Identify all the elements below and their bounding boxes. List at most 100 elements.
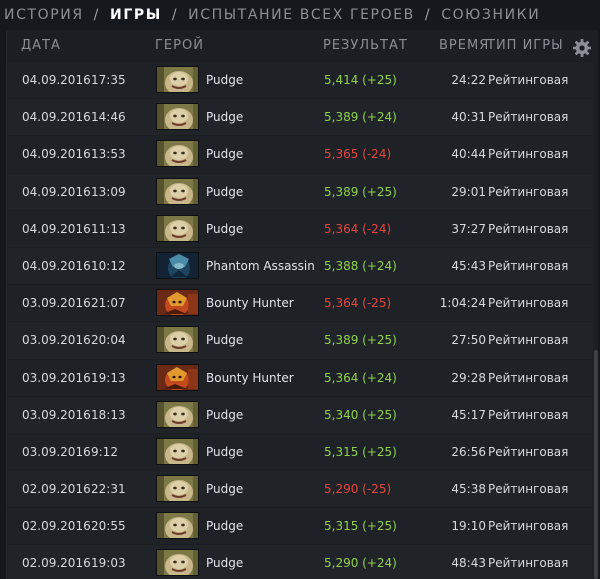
hero-name: Pudge — [206, 444, 244, 459]
match-duration: 37:27 — [451, 221, 486, 236]
table-row[interactable]: 04.09.2016 10:12 Phantom Assassin 5,388 … — [7, 247, 592, 286]
scrollbar-thumb[interactable] — [594, 350, 598, 579]
table-row[interactable]: 03.09.2016 19:13 Bounty Hunter 5,364 (+2… — [7, 359, 592, 397]
match-date: 04.09.2016 — [22, 221, 91, 236]
column-header-hero[interactable]: ГЕРОЙ — [155, 38, 204, 53]
hero-portrait-pudge — [156, 214, 199, 242]
table-row[interactable]: 04.09.2016 11:13 Pudge 5,364 (-24) 37:27… — [7, 210, 592, 248]
match-date: 04.09.2016 — [22, 184, 91, 199]
match-start-time: 14:46 — [91, 110, 126, 125]
game-type: Рейтинговая — [488, 221, 569, 236]
table-row[interactable]: 02.09.2016 22:31 Pudge 5,290 (-25) 45:38… — [7, 471, 592, 509]
match-result: 5,389 (+25) — [324, 333, 397, 348]
game-type: Рейтинговая — [488, 184, 569, 199]
hero-portrait-pudge — [156, 66, 199, 93]
tab-matches[interactable]: ИГРЫ — [110, 7, 162, 23]
match-result: 5,364 (+24) — [324, 370, 397, 385]
hero-portrait-bounty-hunter — [156, 363, 199, 391]
tab-allies[interactable]: СОЮЗНИКИ — [441, 7, 540, 23]
match-date: 04.09.2016 — [22, 73, 91, 87]
game-type: Рейтинговая — [488, 556, 569, 571]
column-header-date[interactable]: ДАТА — [21, 38, 61, 53]
match-date: 03.09.2016 — [22, 444, 91, 459]
hero-name: Pudge — [206, 110, 244, 125]
tab-all-hero-challenge[interactable]: ИСПЫТАНИЕ ВСЕХ ГЕРОЕВ — [188, 7, 415, 23]
hero-name: Pudge — [206, 556, 244, 571]
gear-icon[interactable] — [572, 38, 592, 58]
match-duration: 29:28 — [451, 370, 486, 385]
hero-name: Pudge — [206, 73, 244, 87]
match-result: 5,290 (-25) — [324, 482, 392, 497]
tab-history[interactable]: ИСТОРИЯ — [4, 7, 84, 23]
table-row[interactable]: 02.09.2016 20:55 Pudge 5,315 (+25) 19:10… — [7, 508, 592, 546]
game-type: Рейтинговая — [488, 519, 569, 534]
table-row[interactable]: 04.09.2016 17:35 Pudge 5,414 (+25) 24:22… — [7, 62, 592, 100]
game-type: Рейтинговая — [488, 370, 569, 385]
table-row[interactable]: 04.09.2016 14:46 Pudge 5,389 (+24) 40:31… — [7, 99, 592, 137]
match-start-time: 18:13 — [91, 407, 126, 422]
match-date: 04.09.2016 — [22, 110, 91, 125]
table-row[interactable]: 02.09.2016 19:03 Pudge 5,290 (+24) 48:43… — [7, 545, 592, 579]
match-result: 5,315 (+25) — [324, 519, 397, 534]
hero-portrait-pudge — [156, 475, 199, 503]
match-result: 5,389 (+25) — [324, 184, 397, 199]
breadcrumb-separator: / — [171, 7, 179, 23]
table-row[interactable]: 04.09.2016 13:09 Pudge 5,389 (+25) 29:01… — [7, 173, 592, 211]
match-date: 04.09.2016 — [22, 258, 91, 273]
match-result: 5,388 (+24) — [324, 258, 397, 273]
table-header: ДАТА ГЕРОЙ РЕЗУЛЬТАТ ВРЕМЯ ТИП ИГРЫ — [7, 30, 598, 62]
match-date: 02.09.2016 — [22, 556, 91, 571]
match-duration: 48:43 — [451, 556, 486, 571]
match-start-time: 19:13 — [91, 370, 126, 385]
match-start-time: 13:09 — [91, 184, 126, 199]
game-type: Рейтинговая — [488, 407, 569, 422]
breadcrumb: ИСТОРИЯ / ИГРЫ / ИСПЫТАНИЕ ВСЕХ ГЕРОЕВ /… — [0, 0, 600, 30]
table-row[interactable]: 03.09.2016 9:12 Pudge 5,315 (+25) 26:56 … — [7, 433, 592, 472]
match-start-time: 13:53 — [91, 147, 126, 162]
match-date: 03.09.2016 — [22, 407, 91, 422]
game-type: Рейтинговая — [488, 147, 569, 162]
match-duration: 1:04:24 — [439, 296, 486, 311]
match-duration: 45:43 — [451, 258, 486, 273]
match-list: 04.09.2016 17:35 Pudge 5,414 (+25) 24:22… — [7, 62, 592, 579]
match-duration: 19:10 — [451, 519, 486, 534]
match-result: 5,365 (-24) — [324, 147, 392, 162]
match-duration: 29:01 — [451, 184, 486, 199]
match-start-time: 19:03 — [91, 556, 126, 571]
scrollbar[interactable] — [594, 62, 598, 579]
match-date: 03.09.2016 — [22, 333, 91, 348]
match-start-time: 11:13 — [91, 221, 126, 236]
table-row[interactable]: 03.09.2016 21:07 Bounty Hunter 5,364 (-2… — [7, 285, 592, 323]
hero-name: Pudge — [206, 519, 244, 534]
match-history-panel: ДАТА ГЕРОЙ РЕЗУЛЬТАТ ВРЕМЯ ТИП ИГРЫ 04.0… — [6, 30, 598, 579]
column-header-result[interactable]: РЕЗУЛЬТАТ — [323, 38, 408, 53]
hero-name: Bounty Hunter — [206, 296, 294, 311]
match-duration: 27:50 — [451, 333, 486, 348]
match-duration: 45:38 — [451, 482, 486, 497]
match-result: 5,389 (+24) — [324, 110, 397, 125]
game-type: Рейтинговая — [488, 482, 569, 497]
match-start-time: 22:31 — [91, 482, 126, 497]
hero-name: Bounty Hunter — [206, 370, 294, 385]
column-header-game-type[interactable]: ТИП ИГРЫ — [487, 38, 564, 53]
hero-portrait-pudge — [156, 140, 199, 168]
match-start-time: 10:12 — [91, 258, 126, 273]
match-result: 5,340 (+25) — [324, 407, 397, 422]
column-header-time[interactable]: ВРЕМЯ — [439, 38, 489, 53]
match-duration: 40:31 — [451, 110, 486, 125]
match-start-time: 17:35 — [91, 73, 126, 87]
table-row[interactable]: 03.09.2016 18:13 Pudge 5,340 (+25) 45:17… — [7, 396, 592, 434]
table-row[interactable]: 03.09.2016 20:04 Pudge 5,389 (+25) 27:50… — [7, 322, 592, 360]
hero-portrait-pudge — [156, 177, 199, 205]
match-start-time: 9:12 — [91, 444, 118, 459]
hero-name: Pudge — [206, 407, 244, 422]
hero-portrait-pudge — [156, 103, 199, 131]
table-row[interactable]: 04.09.2016 13:53 Pudge 5,365 (-24) 40:44… — [7, 136, 592, 174]
hero-name: Pudge — [206, 221, 244, 236]
match-duration: 45:17 — [451, 407, 486, 422]
match-date: 04.09.2016 — [22, 147, 91, 162]
match-date: 02.09.2016 — [22, 519, 91, 534]
hero-portrait-pudge — [156, 549, 199, 577]
hero-portrait-pudge — [156, 512, 199, 540]
game-type: Рейтинговая — [488, 444, 569, 459]
